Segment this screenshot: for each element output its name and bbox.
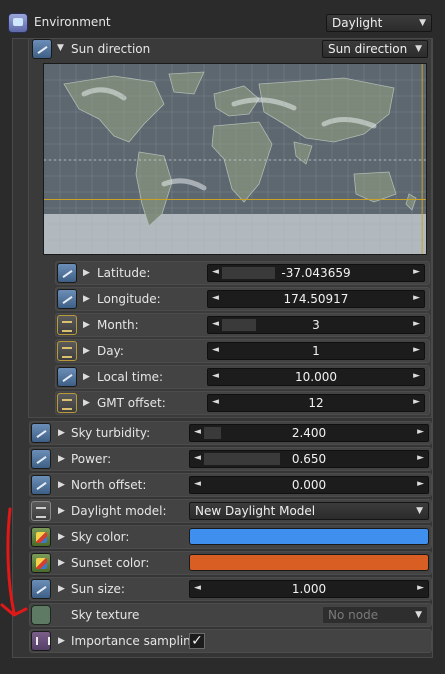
- expand-triangle-icon[interactable]: ▶: [58, 454, 65, 464]
- value-slider[interactable]: ◄ ► 0.000: [189, 476, 429, 494]
- bool-value-icon[interactable]: [31, 631, 51, 651]
- slider-value: -37.043659: [281, 266, 351, 280]
- value-slider[interactable]: ◄ ► 0.650: [189, 450, 429, 468]
- expand-triangle-icon[interactable]: ▶: [83, 346, 90, 356]
- environment-header: Environment Daylight ▼: [4, 11, 441, 35]
- float-value-icon[interactable]: [57, 289, 77, 309]
- float-value-icon[interactable]: [31, 579, 51, 599]
- param-label: Latitude:: [97, 266, 151, 280]
- texture-node-icon[interactable]: [31, 605, 51, 625]
- float-value-icon[interactable]: [31, 423, 51, 443]
- chevron-down-icon: ▼: [415, 610, 422, 620]
- slider-value: 0.650: [291, 452, 327, 466]
- chevron-down-icon: ▼: [416, 506, 423, 516]
- param-label: Daylight model:: [71, 504, 167, 518]
- float-value-icon[interactable]: [57, 367, 77, 387]
- int-value-icon[interactable]: [57, 393, 77, 413]
- slider-value: 1.000: [291, 582, 327, 596]
- color-swatch[interactable]: [189, 528, 429, 545]
- sky-texture-node-dropdown[interactable]: No node ▼: [322, 606, 428, 624]
- sun-position-world-map[interactable]: [43, 63, 427, 255]
- value-slider[interactable]: ◄ ► 2.400: [189, 424, 429, 442]
- value-slider[interactable]: ◄ ► -37.043659: [207, 264, 425, 282]
- value-slider[interactable]: ◄ ► 12: [207, 394, 425, 412]
- int-value-icon[interactable]: [57, 315, 77, 335]
- slider-value: 10.000: [295, 370, 337, 384]
- slider-value: 174.50917: [283, 292, 349, 306]
- value-slider[interactable]: ◄ ► 3: [207, 316, 425, 334]
- importance-sampling-checkbox[interactable]: ✓: [189, 633, 205, 649]
- param-label: Sky turbidity:: [71, 426, 151, 440]
- expand-triangle-icon[interactable]: ▶: [83, 320, 90, 330]
- expand-triangle-icon[interactable]: ▶: [83, 294, 90, 304]
- expand-triangle-icon[interactable]: ▶: [58, 480, 65, 490]
- param-label: North offset:: [71, 478, 147, 492]
- param-label: Sky texture: [71, 608, 140, 622]
- int-value-icon[interactable]: [57, 341, 77, 361]
- expand-triangle-icon[interactable]: ▶: [83, 372, 90, 382]
- param-label: Sun size:: [71, 582, 125, 596]
- environment-type-dropdown[interactable]: Daylight ▼: [326, 14, 432, 32]
- param-label: Month:: [97, 318, 139, 332]
- param-label: Sky color:: [71, 530, 130, 544]
- sun-direction-dropdown-value: Sun direction: [328, 42, 408, 56]
- slider-value: 12: [308, 396, 324, 410]
- expand-triangle-icon[interactable]: ▶: [58, 584, 65, 594]
- expand-triangle-icon[interactable]: ▶: [58, 532, 65, 542]
- sun-direction-label: Sun direction: [71, 42, 151, 56]
- environment-node-icon[interactable]: [8, 13, 28, 33]
- param-label: Longitude:: [97, 292, 161, 306]
- slider-value: 2.400: [291, 426, 327, 440]
- expand-triangle-icon[interactable]: ▶: [83, 398, 90, 408]
- param-label: Importance sampling:: [71, 634, 203, 648]
- collapse-triangle-icon[interactable]: ▼: [57, 43, 64, 53]
- environment-label: Environment: [34, 15, 111, 29]
- color-swatch[interactable]: [189, 554, 429, 571]
- value-slider[interactable]: ◄ ► 1.000: [189, 580, 429, 598]
- chevron-down-icon: ▼: [415, 44, 422, 54]
- param-label: Sunset color:: [71, 556, 150, 570]
- float-value-icon[interactable]: [57, 263, 77, 283]
- expand-triangle-icon[interactable]: ▶: [83, 268, 90, 278]
- world-map-graphic: [44, 64, 426, 254]
- chevron-down-icon: ▼: [419, 18, 426, 28]
- expand-triangle-icon[interactable]: ▶: [58, 428, 65, 438]
- value-slider[interactable]: ◄ ► 1: [207, 342, 425, 360]
- param-label: Day:: [97, 344, 124, 358]
- environment-type-value: Daylight: [332, 16, 383, 30]
- slider-value: 1: [312, 344, 320, 358]
- slider-value: 3: [312, 318, 320, 332]
- annotation-arrow: [0, 507, 28, 617]
- expand-triangle-icon[interactable]: ▶: [58, 506, 65, 516]
- float-value-icon[interactable]: [31, 475, 51, 495]
- color-value-icon[interactable]: [31, 553, 51, 573]
- slider-value: 0.000: [291, 478, 327, 492]
- sun-direction-dropdown[interactable]: Sun direction ▼: [322, 40, 428, 58]
- param-label: Local time:: [97, 370, 164, 384]
- dropdown-value: New Daylight Model: [195, 504, 316, 518]
- expand-triangle-icon[interactable]: ▶: [58, 636, 65, 646]
- node-dropdown-value: No node: [328, 608, 379, 622]
- float-value-icon[interactable]: [31, 449, 51, 469]
- daylight-model-dropdown[interactable]: New Daylight Model ▼: [189, 502, 429, 520]
- param-label: Power:: [71, 452, 112, 466]
- color-value-icon[interactable]: [31, 527, 51, 547]
- param-label: GMT offset:: [97, 396, 166, 410]
- expand-triangle-icon[interactable]: ▶: [58, 558, 65, 568]
- sun-direction-node-icon[interactable]: [32, 39, 52, 59]
- value-slider[interactable]: ◄ ► 174.50917: [207, 290, 425, 308]
- enum-value-icon[interactable]: [31, 501, 51, 521]
- value-slider[interactable]: ◄ ► 10.000: [207, 368, 425, 386]
